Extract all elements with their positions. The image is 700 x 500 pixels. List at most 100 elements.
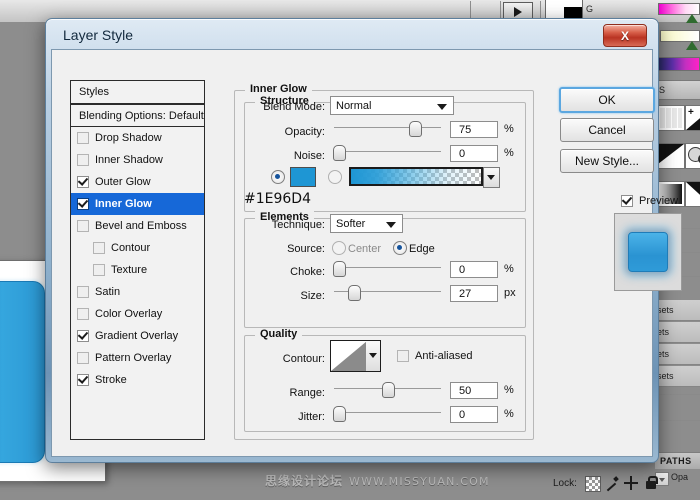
anti-aliased-checkbox[interactable]: Anti-aliased xyxy=(397,350,472,362)
fill-gradient-radio[interactable] xyxy=(328,170,342,184)
style-item-label: Satin xyxy=(95,286,121,298)
preset-row-1[interactable]: sets xyxy=(655,300,700,321)
checkbox-icon[interactable] xyxy=(77,286,89,298)
gradient-preview[interactable] xyxy=(349,167,483,186)
hue-saturation-icon[interactable] xyxy=(685,143,700,169)
opacity-input[interactable]: 75 xyxy=(450,121,498,138)
opacity-slider[interactable] xyxy=(334,121,441,137)
style-item-stroke[interactable]: Stroke xyxy=(71,369,204,391)
checkbox-icon[interactable] xyxy=(77,352,89,364)
style-item-outer-glow[interactable]: Outer Glow xyxy=(71,171,204,193)
preview-thumbnail xyxy=(614,213,682,291)
size-slider[interactable] xyxy=(334,285,441,301)
checkbox-icon[interactable] xyxy=(77,374,89,386)
blending-options-item[interactable]: Blending Options: Default xyxy=(71,105,204,127)
style-item-satin[interactable]: Satin xyxy=(71,281,204,303)
technique-label: Technique: xyxy=(271,219,325,231)
new-style-button[interactable]: New Style... xyxy=(560,149,654,173)
preset-row-2[interactable]: ets xyxy=(655,322,700,343)
cancel-button[interactable]: Cancel xyxy=(560,118,654,142)
choke-slider[interactable] xyxy=(333,261,441,277)
size-slider-knob[interactable] xyxy=(348,285,361,301)
curves-adjustment-icon[interactable] xyxy=(657,105,685,131)
checkbox-icon[interactable] xyxy=(93,264,105,276)
move-lock-icon[interactable] xyxy=(624,476,638,490)
opacity-label: Opacity: xyxy=(284,126,325,138)
range-input[interactable]: 50 xyxy=(450,382,498,399)
all-lock-icon[interactable] xyxy=(644,476,658,490)
gradient-stop-icon-1[interactable] xyxy=(686,14,698,23)
watermark-cn: 思缘设计论坛 xyxy=(265,474,344,488)
paths-tab[interactable]: PATHS xyxy=(655,452,700,469)
style-item-inner-shadow[interactable]: Inner Shadow xyxy=(71,149,204,171)
size-label: Size: xyxy=(300,290,325,302)
style-item-drop-shadow[interactable]: Drop Shadow xyxy=(71,127,204,149)
watermark: 思缘设计论坛 WWW.MISSYUAN.COM xyxy=(265,472,490,489)
noise-slider[interactable] xyxy=(333,145,441,161)
panel-tab-strip[interactable]: S xyxy=(655,80,700,100)
range-slider[interactable] xyxy=(334,382,441,398)
photo-filter-icon[interactable] xyxy=(685,181,700,207)
checkbox-icon[interactable] xyxy=(77,220,89,232)
style-item-label: Color Overlay xyxy=(95,308,163,320)
style-item-color-overlay[interactable]: Color Overlay xyxy=(71,303,204,325)
choke-slider-knob[interactable] xyxy=(333,261,346,277)
checkbox-icon[interactable] xyxy=(397,350,409,362)
style-item-inner-glow[interactable]: Inner Glow xyxy=(71,193,204,215)
size-input[interactable]: 27 xyxy=(450,285,498,302)
style-item-texture[interactable]: Texture xyxy=(71,259,204,281)
dialog-titlebar[interactable]: Layer Style X xyxy=(49,22,655,50)
contour-label: Contour: xyxy=(282,353,325,365)
opacity-unit: % xyxy=(504,123,514,135)
gradient-stop-icon-2[interactable] xyxy=(686,41,698,50)
ok-button[interactable]: OK xyxy=(559,87,655,113)
jitter-slider-knob[interactable] xyxy=(333,406,346,422)
checkbox-icon[interactable] xyxy=(621,195,633,207)
checkbox-icon[interactable] xyxy=(77,132,89,144)
style-item-pattern-overlay[interactable]: Pattern Overlay xyxy=(71,347,204,369)
technique-select[interactable]: Softer xyxy=(330,214,403,233)
styles-header[interactable]: Styles xyxy=(71,81,204,105)
noise-input[interactable]: 0 xyxy=(450,145,498,162)
fill-color-radio[interactable] xyxy=(271,170,285,184)
layer-opacity-row[interactable]: Opa xyxy=(655,470,700,486)
style-item-bevel-and-emboss[interactable]: Bevel and Emboss xyxy=(71,215,204,237)
range-label: Range: xyxy=(289,387,325,399)
style-item-contour[interactable]: Contour xyxy=(71,237,204,259)
preset-row-3[interactable]: ets xyxy=(655,344,700,365)
transparency-lock-icon[interactable] xyxy=(585,476,601,492)
preview-checkbox[interactable]: Preview xyxy=(621,195,678,207)
range-unit: % xyxy=(504,384,514,396)
style-item-label: Outer Glow xyxy=(95,176,151,188)
choke-input[interactable]: 0 xyxy=(450,261,498,278)
jitter-slider[interactable] xyxy=(333,406,441,422)
style-item-gradient-overlay[interactable]: Gradient Overlay xyxy=(71,325,204,347)
blend-mode-select[interactable]: Normal xyxy=(330,96,454,115)
source-edge-radio[interactable] xyxy=(393,241,407,255)
checkbox-icon[interactable] xyxy=(77,154,89,166)
checkbox-icon[interactable] xyxy=(77,308,89,320)
preset-row-4[interactable]: sets xyxy=(655,366,700,387)
source-edge-label: Edge xyxy=(409,243,435,255)
source-center-radio[interactable] xyxy=(332,241,346,255)
contour-preview[interactable] xyxy=(330,340,368,372)
opacity-slider-knob[interactable] xyxy=(409,121,422,137)
contour-chevron-down-icon[interactable] xyxy=(366,340,381,372)
jitter-input[interactable]: 0 xyxy=(450,406,498,423)
gradient-chevron-down-icon[interactable] xyxy=(483,167,500,188)
checkbox-icon[interactable] xyxy=(93,242,105,254)
brightness-adjustment-icon[interactable]: + xyxy=(685,105,700,131)
brush-lock-icon[interactable] xyxy=(605,476,619,492)
style-item-label: Bevel and Emboss xyxy=(95,220,187,232)
style-item-label: Stroke xyxy=(95,374,127,386)
noise-slider-knob[interactable] xyxy=(333,145,346,161)
range-slider-knob[interactable] xyxy=(382,382,395,398)
glow-color-swatch[interactable] xyxy=(290,167,316,187)
checkbox-icon[interactable] xyxy=(77,330,89,342)
gradient-preset-violet[interactable] xyxy=(658,57,700,71)
levels-adjustment-icon[interactable] xyxy=(657,143,685,169)
checkbox-icon[interactable] xyxy=(77,198,89,210)
close-icon[interactable]: X xyxy=(603,24,647,47)
checkbox-icon[interactable] xyxy=(77,176,89,188)
choke-unit: % xyxy=(504,263,514,275)
